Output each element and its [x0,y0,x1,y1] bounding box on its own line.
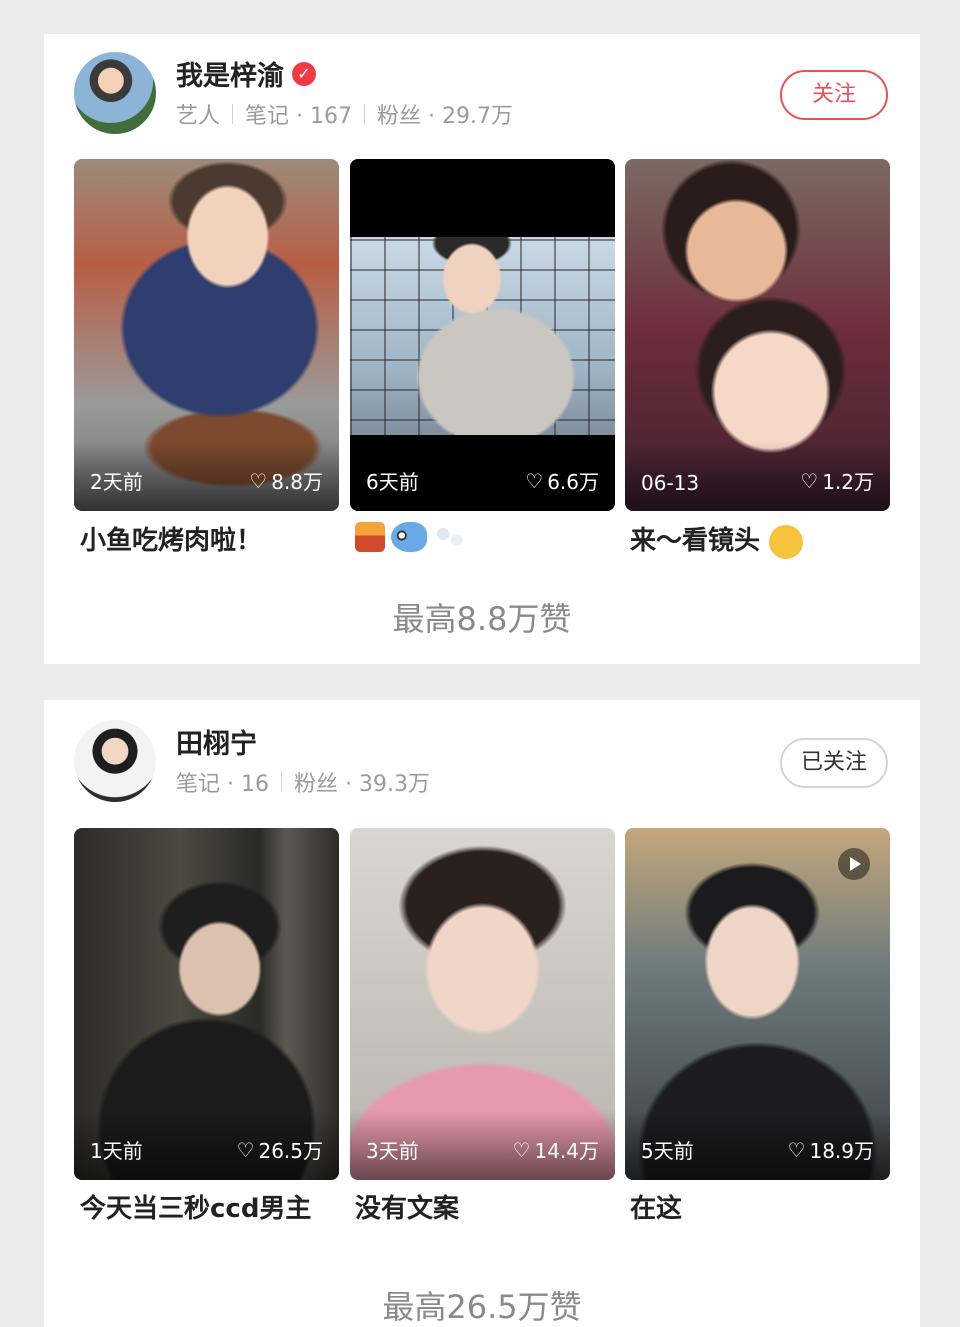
post-thumbnail[interactable]: 2天前 ♡ 8.8万 [74,159,339,511]
post-caption[interactable]: 在这 [630,1190,880,1228]
heart-icon: ♡ [525,468,544,493]
post-date: 5天前 [641,1139,694,1163]
follow-button[interactable]: 关注 [780,70,888,120]
divider [280,772,282,792]
account-name-row: 我是梓渝 ✓ [176,54,316,93]
post-likes: ♡ 6.6万 [525,466,599,495]
post-thumbnail[interactable]: 3天前 ♡ 14.4万 [350,828,615,1180]
likes-count: 1.2万 [822,470,874,494]
max-likes-summary: 最高26.5万赞 [382,1288,582,1326]
account-role: 艺人 [176,104,221,129]
caption-text: 来～看镜头 [630,526,761,556]
account-meta: 艺人 笔记 · 167 粉丝 · 29.7万 [176,98,513,130]
post-likes: ♡ 14.4万 [513,1135,599,1164]
post-caption[interactable]: 小鱼吃烤肉啦！ [80,522,330,560]
divider [232,104,234,124]
fans-count: 粉丝 · 29.7万 [377,104,513,129]
divider [364,104,365,124]
post-likes: ♡ 26.5万 [237,1135,323,1164]
likes-count: 26.5万 [258,1139,323,1163]
post-likes: ♡ 18.9万 [788,1135,874,1164]
post-caption[interactable] [355,522,605,552]
post-date: 6天前 [366,470,419,494]
account-name[interactable]: 我是梓渝 [176,54,284,93]
verified-check-icon: ✓ [292,61,316,86]
account-meta: 笔记 · 16 粉丝 · 39.3万 [176,766,430,798]
post-caption[interactable]: 没有文案 [355,1190,605,1228]
post-caption[interactable]: 今天当三秒ccd男主 [80,1190,330,1228]
max-likes-summary: 最高8.8万赞 [392,600,572,638]
heart-icon: ♡ [800,468,819,493]
following-button[interactable]: 已关注 [780,738,888,788]
likes-count: 14.4万 [534,1139,599,1163]
search-results-page: 我是梓渝 ✓ 艺人 笔记 · 167 粉丝 · 29.7万 关注 2天前 ♡ 8… [0,0,960,1327]
fish-icon [391,522,427,552]
likes-count: 6.6万 [547,470,599,494]
post-thumbnail[interactable]: 6天前 ♡ 6.6万 [350,159,615,511]
account-card[interactable]: 我是梓渝 ✓ 艺人 笔记 · 167 粉丝 · 29.7万 关注 2天前 ♡ 8… [44,34,920,664]
avatar[interactable] [74,720,156,802]
notes-count: 笔记 · 16 [176,772,269,797]
hugging-face-icon [769,524,804,559]
notes-count: 笔记 · 167 [245,104,352,129]
post-date: 3天前 [366,1139,419,1163]
post-date: 06-13 [641,471,700,495]
post-thumbnail[interactable]: 06-13 ♡ 1.2万 [625,159,890,511]
post-likes: ♡ 8.8万 [249,466,323,495]
post-likes: ♡ 1.2万 [800,466,874,495]
post-thumbnail[interactable]: 1天前 ♡ 26.5万 [74,828,339,1180]
city-sunset-icon [355,522,385,552]
likes-count: 18.9万 [809,1139,874,1163]
bubbles-icon [433,522,467,552]
heart-icon: ♡ [236,1137,255,1162]
heart-icon: ♡ [512,1137,531,1162]
post-date: 2天前 [90,470,143,494]
fans-count: 粉丝 · 39.3万 [293,772,430,797]
post-caption[interactable]: 来～看镜头 [630,522,880,560]
heart-icon: ♡ [249,468,268,493]
account-name[interactable]: 田栩宁 [176,722,257,761]
heart-icon: ♡ [787,1137,806,1162]
account-name-row: 田栩宁 [176,722,257,761]
likes-count: 8.8万 [271,470,323,494]
account-card[interactable]: 田栩宁 笔记 · 16 粉丝 · 39.3万 已关注 1天前 ♡ 26.5万 3… [44,700,920,1327]
avatar[interactable] [74,52,156,134]
play-icon[interactable] [838,848,870,880]
post-date: 1天前 [90,1139,143,1163]
post-thumbnail[interactable]: 5天前 ♡ 18.9万 [625,828,890,1180]
